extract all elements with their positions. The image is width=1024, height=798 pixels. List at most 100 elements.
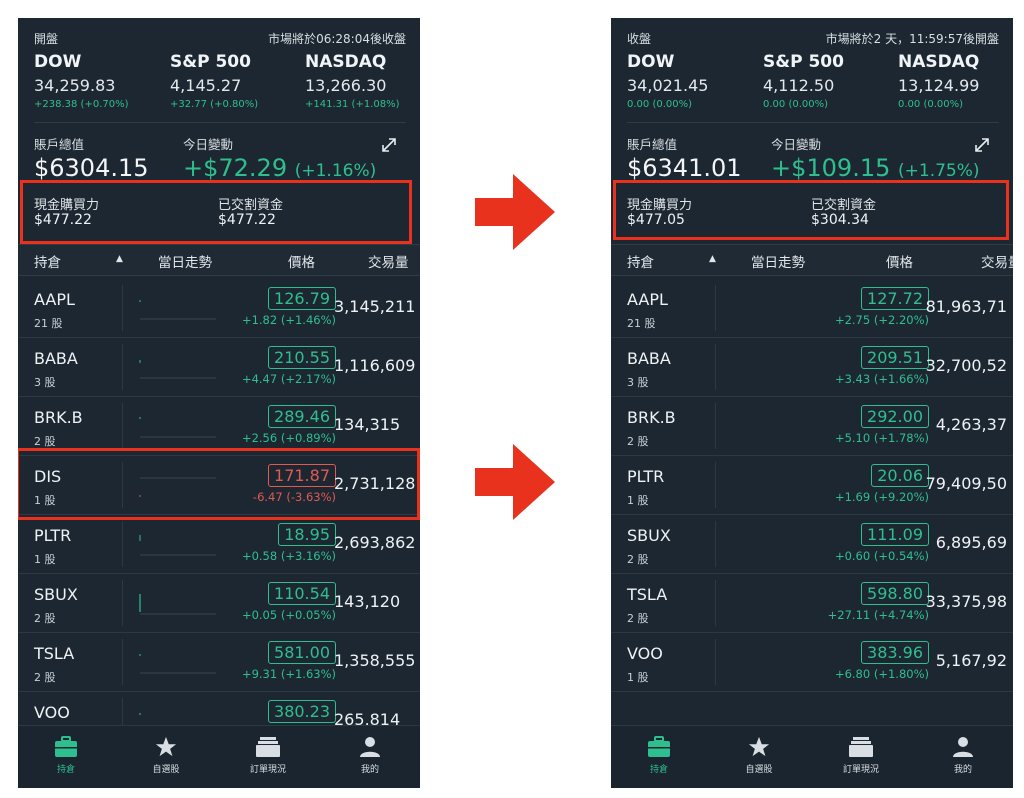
briefcase-icon	[55, 736, 77, 757]
expand-icon[interactable]	[973, 136, 991, 154]
stock-symbol: TSLA	[34, 644, 75, 663]
holding-row[interactable]: PLTR 1 股 18.95 +0.58 (+3.16%) 2,693,862	[18, 515, 420, 574]
price-badge: 18.95	[278, 523, 336, 546]
col-price[interactable]: 價格	[886, 251, 913, 271]
divider	[122, 639, 123, 685]
holding-row[interactable]: BABA 3 股 209.51 +3.43 (+1.66%) 32,700,52	[611, 338, 1013, 397]
holding-row[interactable]: AAPL 21 股 126.79 +1.82 (+1.46%) 3,145,21…	[18, 279, 420, 338]
volume: 3,145,211	[334, 297, 416, 316]
price-badge: 292.00	[861, 405, 929, 428]
price-change: +9.31 (+1.63%)	[241, 667, 336, 681]
tab-watchlist[interactable]: 自選股	[719, 734, 799, 775]
price-change: +2.56 (+0.89%)	[241, 431, 336, 445]
sparkline	[139, 654, 216, 674]
divider	[715, 462, 716, 508]
market-countdown: 市場將於2 天，11:59:57後開盤	[825, 32, 999, 46]
holdings-column-header: 持倉 ▲ 當日走勢 價格 交易量	[18, 244, 420, 276]
price-badge: 20.06	[871, 464, 929, 487]
tab-profile[interactable]: 我的	[330, 734, 410, 775]
volume: 79,409,50	[925, 474, 1007, 493]
holding-row[interactable]: SBUX 2 股 111.09 +0.60 (+0.54%) 6,895,69	[611, 515, 1013, 574]
index-name: NASDAQ	[305, 52, 387, 72]
stock-symbol: BRK.B	[627, 408, 676, 427]
share-qty: 2 股	[34, 435, 56, 448]
share-qty: 2 股	[34, 671, 56, 684]
price-change: +0.58 (+3.16%)	[241, 549, 336, 563]
divider	[715, 580, 716, 626]
volume: 2,693,862	[334, 533, 416, 552]
volume: 33,375,98	[925, 592, 1007, 611]
col-holdings[interactable]: 持倉	[627, 251, 654, 271]
index-name: DOW	[34, 52, 82, 72]
sparkline	[139, 417, 216, 438]
expand-icon[interactable]	[380, 136, 398, 154]
account-total-value: $6304.15	[34, 154, 149, 182]
daily-change-percent: (+1.16%)	[294, 161, 377, 181]
holding-row[interactable]: SBUX 2 股 110.54 +0.05 (+0.05%) 143,120	[18, 574, 420, 633]
tab-orders[interactable]: 訂單現況	[821, 734, 901, 775]
tab-holdings[interactable]: 持倉	[26, 734, 106, 775]
tab-label: 我的	[953, 765, 972, 775]
holding-row[interactable]: BRK.B 2 股 292.00 +5.10 (+1.78%) 4,263,37	[611, 397, 1013, 456]
index-dow[interactable]: DOW 34,021.45 0.00 (0.00%)	[627, 52, 757, 110]
divider	[627, 122, 999, 123]
index-sp500[interactable]: S&P 500 4,112.50 0.00 (0.00%)	[763, 52, 893, 110]
holding-row[interactable]: AAPL 21 股 127.72 +2.75 (+2.20%) 81,963,7…	[611, 279, 1013, 338]
sparkline	[139, 535, 216, 556]
triangle-up-icon[interactable]: ▲	[709, 254, 716, 264]
divider	[122, 285, 123, 331]
stock-symbol: BABA	[34, 349, 78, 368]
stock-symbol: SBUX	[627, 526, 671, 545]
holding-row[interactable]: BABA 3 股 210.55 +4.47 (+2.17%) 1,116,609	[18, 338, 420, 397]
index-dow[interactable]: DOW 34,259.83 +238.38 (+0.70%)	[34, 52, 164, 110]
daily-change-label: 今日變動	[771, 137, 822, 152]
holding-row[interactable]: VOO 1 股 383.96 +6.80 (+1.80%) 5,167,92	[611, 633, 1013, 692]
account-total-label: 賬戶總值	[627, 137, 678, 152]
col-price[interactable]: 價格	[288, 251, 315, 271]
divider	[715, 285, 716, 331]
col-volume[interactable]: 交易量	[981, 251, 1013, 271]
volume: 5,167,92	[935, 651, 1007, 670]
arrow-right-icon	[475, 174, 555, 250]
volume: 1,116,609	[334, 356, 416, 375]
tab-holdings[interactable]: 持倉	[619, 734, 699, 775]
price-badge: 289.46	[268, 405, 336, 428]
volume: 32,700,52	[925, 356, 1007, 375]
holding-row[interactable]: TSLA 2 股 581.00 +9.31 (+1.63%) 1,358,555	[18, 633, 420, 692]
price-badge: 380.23	[268, 700, 336, 723]
holding-row[interactable]: TSLA 2 股 598.80 +27.11 (+4.74%) 33,375,9…	[611, 574, 1013, 633]
profile-icon	[953, 737, 973, 757]
stock-symbol: PLTR	[627, 467, 665, 486]
price-change: +1.82 (+1.46%)	[241, 313, 336, 327]
col-holdings[interactable]: 持倉	[34, 251, 61, 271]
price-badge: 383.96	[861, 641, 929, 664]
col-volume[interactable]: 交易量	[368, 251, 409, 271]
daily-change: +$72.29 (+1.16%)	[183, 154, 376, 182]
market-countdown: 市場將於06:28:04後收盤	[268, 32, 406, 46]
index-change: +141.31 (+1.08%)	[305, 99, 400, 110]
price-badge: 209.51	[861, 346, 929, 369]
stock-symbol: BRK.B	[34, 408, 83, 427]
index-name: DOW	[627, 52, 675, 72]
market-header: 收盤 市場將於2 天，11:59:57後開盤	[627, 30, 999, 46]
market-header: 開盤 市場將於06:28:04後收盤	[34, 30, 406, 46]
index-nasdaq[interactable]: NASDAQ 13,124.99 0.00 (0.00%)	[898, 52, 1013, 110]
triangle-up-icon[interactable]: ▲	[116, 254, 123, 264]
volume: 134,315	[334, 415, 401, 434]
volume: 6,895,69	[935, 533, 1007, 552]
index-nasdaq[interactable]: NASDAQ 13,266.30 +141.31 (+1.08%)	[305, 52, 420, 110]
tab-orders[interactable]: 訂單現況	[228, 734, 308, 775]
dis-highlight-box	[18, 448, 420, 520]
holding-row[interactable]: PLTR 1 股 20.06 +1.69 (+9.20%) 79,409,50	[611, 456, 1013, 515]
index-value: 13,266.30	[305, 76, 387, 95]
divider	[122, 521, 123, 567]
price-badge: 111.09	[861, 523, 929, 546]
price-change: +3.43 (+1.66%)	[834, 372, 929, 386]
index-sp500[interactable]: S&P 500 4,145.27 +32.77 (+0.80%)	[170, 52, 300, 110]
tab-profile[interactable]: 我的	[923, 734, 1003, 775]
share-qty: 21 股	[627, 317, 656, 330]
index-name: S&P 500	[170, 52, 251, 72]
tab-watchlist[interactable]: 自選股	[126, 734, 206, 775]
tab-label: 自選股	[152, 765, 180, 775]
stock-symbol: PLTR	[34, 526, 72, 545]
